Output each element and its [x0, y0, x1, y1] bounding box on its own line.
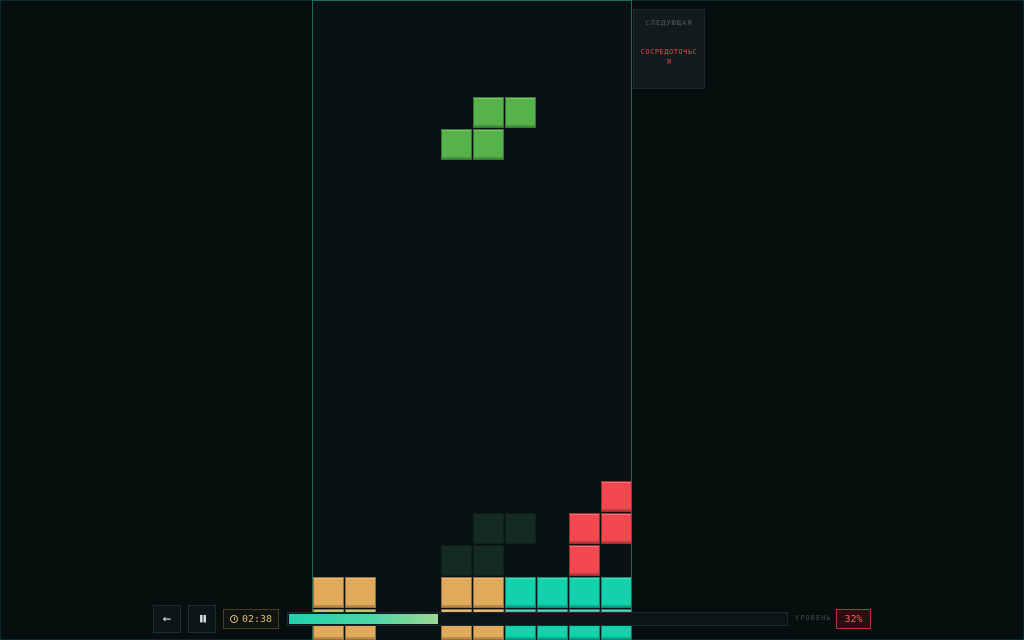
level-percent-badge: 32%: [836, 609, 871, 629]
level-progress-fill: [289, 614, 438, 624]
ghost-piece-cell: [441, 545, 472, 576]
level-progress-bar: [287, 612, 788, 626]
arrow-left-icon: ←: [162, 611, 172, 627]
next-piece-panel: СЛЕДУЮЩАЯ СОСРЕДОТОЧЬСЯ: [633, 9, 705, 89]
ghost-piece-cell: [505, 513, 536, 544]
game-timer: 02:38: [223, 609, 279, 629]
focus-message: СОСРЕДОТОЧЬСЯ: [640, 48, 698, 66]
active-piece-cell: [473, 97, 504, 128]
next-piece-title: СЛЕДУЮЩАЯ: [645, 19, 693, 27]
ghost-piece-cell: [473, 513, 504, 544]
timer-value: 02:38: [241, 613, 273, 625]
bottom-hud: ← ❚❚ 02:38 УРОВЕНЬ 32%: [0, 604, 1024, 640]
stopwatch-icon: [229, 615, 238, 623]
pause-icon: ❚❚: [198, 614, 208, 624]
locked-block: [601, 513, 631, 544]
locked-block: [569, 513, 600, 544]
active-piece-cell: [505, 97, 536, 128]
locked-block: [569, 545, 600, 576]
game-board[interactable]: [312, 0, 632, 640]
active-piece-cell: [473, 129, 504, 160]
level-label: УРОВЕНЬ: [795, 614, 832, 622]
ghost-piece-cell: [473, 545, 504, 576]
locked-block: [601, 481, 631, 512]
pause-button[interactable]: ❚❚: [188, 605, 216, 633]
active-piece-cell: [441, 129, 472, 160]
back-button[interactable]: ←: [153, 605, 181, 633]
